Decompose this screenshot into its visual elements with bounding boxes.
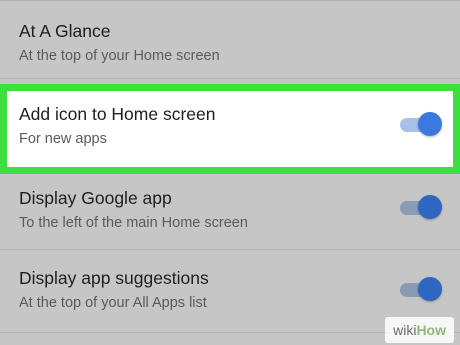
setting-title: Display app suggestions xyxy=(19,268,209,288)
display-app-suggestions-toggle-switch[interactable] xyxy=(400,275,444,305)
setting-subtitle: For new apps xyxy=(19,131,107,147)
setting-display-app-suggestions[interactable]: Display app suggestions At the top of yo… xyxy=(0,267,460,312)
divider xyxy=(0,249,460,250)
watermark-part2: How xyxy=(416,322,446,338)
setting-title: Display Google app xyxy=(19,188,172,208)
watermark-part1: wiki xyxy=(393,322,417,338)
wikihow-watermark-logo: wikiHow xyxy=(385,317,454,343)
settings-screen: At A Glance At the top of your Home scre… xyxy=(0,0,460,345)
setting-title: Add icon to Home screen xyxy=(19,104,216,124)
toggle-knob xyxy=(418,277,442,301)
setting-at-a-glance[interactable]: At A Glance At the top of your Home scre… xyxy=(0,20,460,65)
setting-title: At A Glance xyxy=(19,21,111,41)
add-icon-toggle-switch[interactable] xyxy=(400,110,444,140)
setting-subtitle: At the top of your Home screen xyxy=(19,48,220,64)
setting-subtitle: To the left of the main Home screen xyxy=(19,215,248,231)
setting-add-icon-to-home-screen[interactable]: Add icon to Home screen For new apps xyxy=(0,84,460,174)
divider xyxy=(0,78,460,79)
display-google-app-toggle-switch[interactable] xyxy=(400,193,444,223)
top-divider xyxy=(0,0,460,1)
toggle-knob xyxy=(418,195,442,219)
setting-subtitle: At the top of your All Apps list xyxy=(19,295,207,311)
toggle-knob xyxy=(418,112,442,136)
setting-display-google-app[interactable]: Display Google app To the left of the ma… xyxy=(0,187,460,232)
